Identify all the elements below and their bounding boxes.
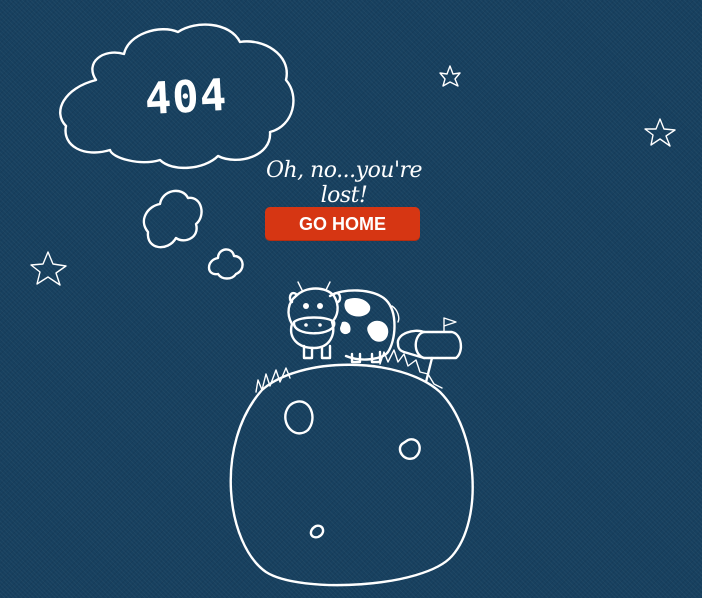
go-home-button[interactable]: GO HOME <box>265 207 420 241</box>
star-icon <box>644 118 676 147</box>
planet-icon <box>229 349 474 587</box>
cloud-puff-medium <box>142 189 203 249</box>
error-code: 404 <box>143 69 229 126</box>
illustration <box>30 23 676 587</box>
star-icon <box>30 251 67 286</box>
cloud-puff-small <box>207 248 244 280</box>
cow-icon <box>287 281 400 364</box>
mailbox-icon <box>396 317 463 384</box>
error-message: Oh, no...you're lost! <box>265 158 423 208</box>
star-icon <box>439 65 461 87</box>
